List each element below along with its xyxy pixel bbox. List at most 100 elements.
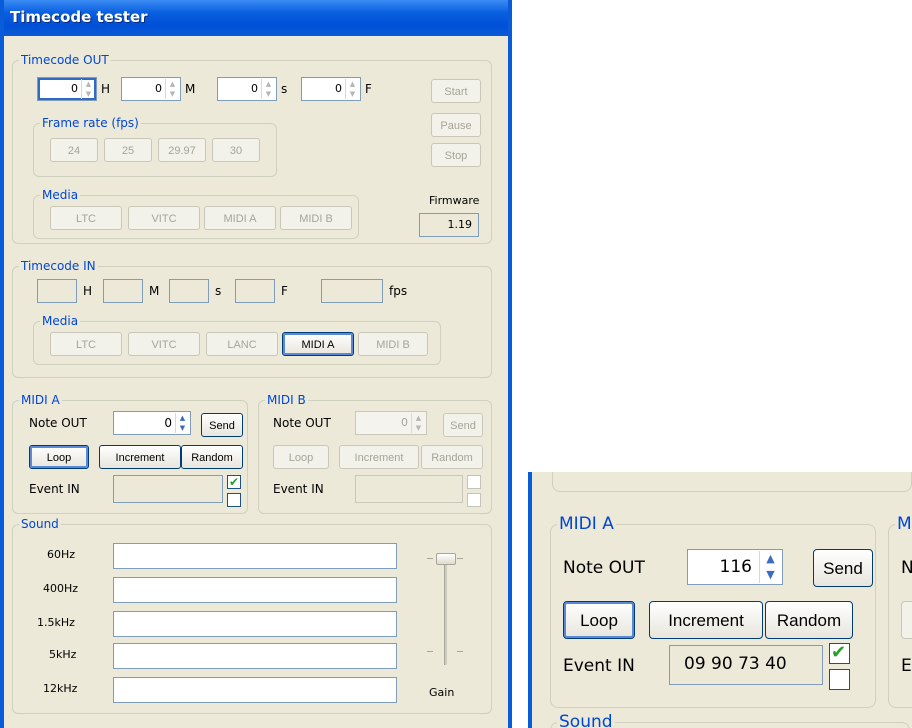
fps-25-button[interactable]: 25 <box>104 138 152 162</box>
inset-note-spinner[interactable]: ▲ ▼ <box>759 551 781 583</box>
midi-a-event-checkbox-1[interactable]: ✔ <box>227 475 241 489</box>
media-in-lanc-button[interactable]: LANC <box>206 332 278 356</box>
inset-sound-group: Sound <box>550 711 910 728</box>
midi-b-increment-button[interactable]: Increment <box>339 445 419 469</box>
inset-upper-group-edge <box>552 472 912 492</box>
timecode-out-frames[interactable]: 0 ▲ ▼ <box>301 77 361 101</box>
inset-midi-a-group: MIDI A Note OUT 116 ▲ ▼ Send Loop Increme… <box>550 513 876 708</box>
timecode-out-minutes[interactable]: 0 ▲ ▼ <box>121 77 181 101</box>
midi-a-note-out-label: Note OUT <box>29 416 87 430</box>
seconds-unit: s <box>281 82 288 96</box>
check-icon: ✔ <box>229 475 240 489</box>
in-minutes-unit: M <box>149 284 160 298</box>
timecode-in-seconds <box>169 279 209 303</box>
inset-random-button[interactable]: Random <box>765 601 853 639</box>
inset-note-out-input[interactable]: 116 ▲ ▼ <box>687 549 783 585</box>
inset-check-icon: ✔ <box>831 642 847 663</box>
inset-sound-title: Sound <box>557 711 615 728</box>
pause-button[interactable]: Pause <box>431 113 481 137</box>
midi-a-random-button[interactable]: Random <box>181 445 243 469</box>
frames-spinner[interactable]: ▲ ▼ <box>345 79 359 99</box>
timecode-in-hours <box>37 279 77 303</box>
inset-midi-b-loop-button[interactable]: L <box>901 601 912 639</box>
media-in-group: Media LTC VITC LANC MIDI A MIDI B <box>33 313 441 365</box>
inset-midi-b-note-label: No <box>901 557 912 579</box>
inset-increment-button[interactable]: Increment <box>649 601 763 639</box>
inset-loop-button[interactable]: Loop <box>563 601 635 639</box>
inset-event-in-label: Event IN <box>563 656 635 676</box>
frames-value: 0 <box>335 82 342 95</box>
fps-2997-button[interactable]: 29.97 <box>158 138 206 162</box>
inset-note-out-label: Note OUT <box>563 558 645 578</box>
gain-tick-bottom-right <box>457 651 463 652</box>
timecode-tester-window: Timecode tester Timecode OUT 0 ▲ ▼ H 0 ▲ ▼ M… <box>0 0 512 728</box>
start-button[interactable]: Start <box>431 79 481 103</box>
in-frames-unit: F <box>281 284 288 298</box>
midi-a-increment-button[interactable]: Increment <box>99 445 181 469</box>
media-out-midi-b-button[interactable]: MIDI B <box>280 206 352 230</box>
timecode-out-title: Timecode OUT <box>19 52 111 68</box>
midi-b-note-spinner[interactable]: ▲ ▼ <box>411 413 425 433</box>
inset-midi-b-title: M <box>895 513 912 535</box>
media-out-group: Media LTC VITC MIDI A MIDI B <box>33 187 359 239</box>
seconds-spinner[interactable]: ▲ ▼ <box>261 79 275 99</box>
band-1-5khz-bar <box>113 611 397 637</box>
midi-b-note-out-label: Note OUT <box>273 416 331 430</box>
inset-midi-b-event-label: Ev <box>901 656 912 676</box>
in-fps-label: fps <box>389 284 408 298</box>
minutes-unit: M <box>185 82 196 96</box>
inset-event-checkbox-1[interactable]: ✔ <box>829 643 850 664</box>
gain-slider-thumb[interactable] <box>436 553 456 565</box>
midi-b-loop-button[interactable]: Loop <box>273 445 329 469</box>
midi-b-note-out-input[interactable]: 0 ▲ ▼ <box>355 411 427 435</box>
media-in-ltc-button[interactable]: LTC <box>50 332 122 356</box>
timecode-in-title: Timecode IN <box>19 258 98 274</box>
midi-b-event-in-box <box>355 475 463 503</box>
timecode-out-group: Timecode OUT 0 ▲ ▼ H 0 ▲ ▼ M 0 ▲ ▼ s 0 ▲ ▼ F Sta… <box>12 52 492 244</box>
timecode-in-group: Timecode IN H M s F fps Media LTC VITC L… <box>12 258 492 378</box>
fps-30-button[interactable]: 30 <box>212 138 260 162</box>
midi-a-loop-button[interactable]: Loop <box>29 445 89 469</box>
firmware-value: 1.19 <box>447 218 473 231</box>
stop-button[interactable]: Stop <box>431 143 481 167</box>
gain-tick-top-left <box>427 558 433 559</box>
midi-a-event-in-box <box>113 475 223 503</box>
gain-slider[interactable] <box>425 549 465 669</box>
midi-b-random-button[interactable]: Random <box>421 445 483 469</box>
band-1-5khz-label: 1.5kHz <box>37 616 75 629</box>
midi-a-note-out-input[interactable]: 0 ▲ ▼ <box>113 411 191 435</box>
timecode-out-seconds[interactable]: 0 ▲ ▼ <box>217 77 277 101</box>
timecode-in-frames <box>235 279 275 303</box>
hours-value: 0 <box>71 82 78 95</box>
midi-b-title: MIDI B <box>265 392 308 408</box>
gain-tick-top-right <box>457 558 463 559</box>
midi-a-note-spinner[interactable]: ▲ ▼ <box>175 413 189 433</box>
midi-b-send-button[interactable]: Send <box>443 413 483 437</box>
inset-event-checkbox-2[interactable] <box>829 669 850 690</box>
media-in-vitc-button[interactable]: VITC <box>128 332 200 356</box>
media-out-midi-a-button[interactable]: MIDI A <box>204 206 276 230</box>
media-in-midi-a-button[interactable]: MIDI A <box>282 332 354 356</box>
inset-event-in-value: 09 90 73 40 <box>684 654 787 674</box>
frames-unit: F <box>365 82 372 96</box>
midi-a-title: MIDI A <box>19 392 62 408</box>
gain-label: Gain <box>429 686 455 699</box>
media-out-vitc-button[interactable]: VITC <box>128 206 200 230</box>
inset-midi-a-title: MIDI A <box>557 513 616 535</box>
inset-midi-b-group-partial: M No L Ev <box>888 513 912 708</box>
midi-a-event-checkbox-2[interactable] <box>227 493 241 507</box>
timecode-out-hours[interactable]: 0 ▲ ▼ <box>37 77 97 101</box>
fps-24-button[interactable]: 24 <box>50 138 98 162</box>
midi-b-event-checkbox-2[interactable] <box>467 493 481 507</box>
gain-slider-track <box>444 553 447 665</box>
sound-title: Sound <box>19 516 61 532</box>
hours-spinner[interactable]: ▲ ▼ <box>81 79 95 99</box>
frame-rate-title: Frame rate (fps) <box>40 115 141 131</box>
midi-b-event-checkbox-1[interactable] <box>467 475 481 489</box>
minutes-spinner[interactable]: ▲ ▼ <box>165 79 179 99</box>
midi-a-send-button[interactable]: Send <box>201 413 243 437</box>
hours-unit: H <box>101 82 111 96</box>
media-out-ltc-button[interactable]: LTC <box>50 206 122 230</box>
media-in-midi-b-button[interactable]: MIDI B <box>358 332 428 356</box>
inset-send-button[interactable]: Send <box>813 549 873 587</box>
